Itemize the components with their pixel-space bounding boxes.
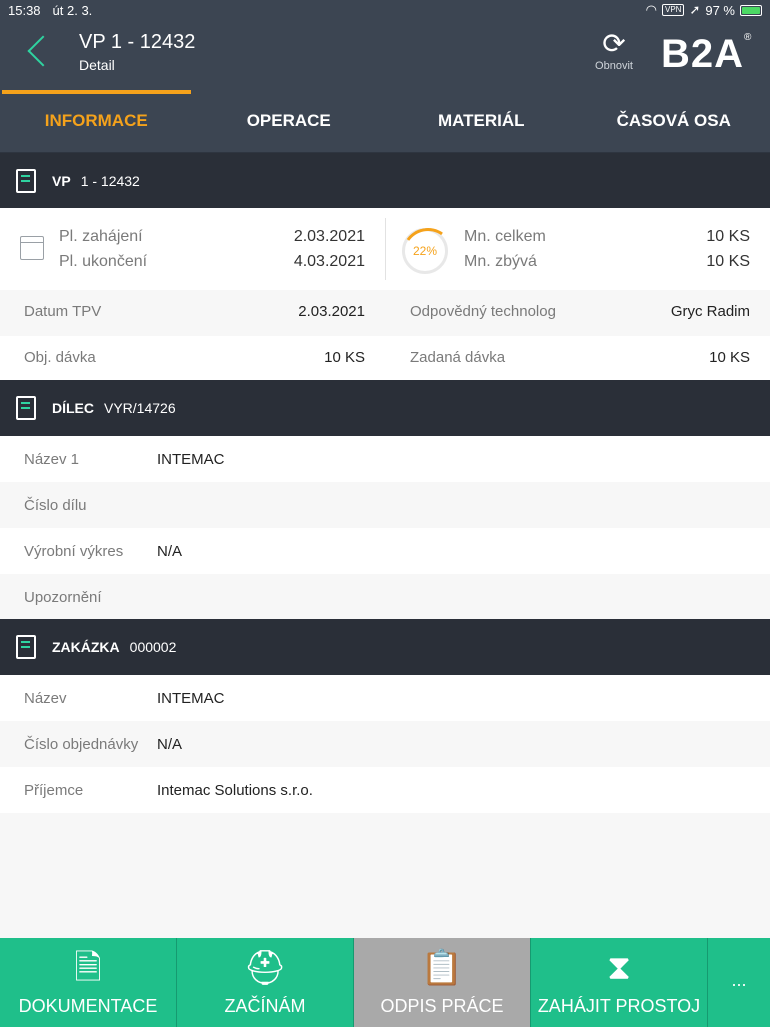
row-label: Upozornění [24,589,102,606]
zad-label: Zadaná dávka [410,349,506,366]
row-label: Číslo dílu [24,497,87,514]
wifi-icon: ◠ [645,2,657,17]
document-icon [16,396,36,420]
progress-ring: 22% [402,228,448,274]
back-button[interactable] [22,32,58,72]
page-subtitle: Detail [79,57,115,73]
remain-label: Mn. zbývá [464,253,537,270]
section-dilec-header: DÍLEC VYR/14726 [0,380,770,436]
section-value: VYR/14726 [104,400,176,416]
row-value: INTEMAC [157,690,225,707]
remain-value: 10 KS [706,253,750,270]
tpv-value: 2.03.2021 [298,303,365,320]
tech-value: Gryc Radim [670,303,750,320]
status-bar: 15:38 út 2. 3. ◠ VPN ➚ 97 % [0,0,770,20]
start-label: Pl. zahájení [59,228,143,245]
row-value: INTEMAC [157,451,225,468]
row-value: N/A [157,543,183,560]
plan-dates-block [0,208,770,290]
section-value: 1 - 12432 [80,173,140,189]
table-row: Výrobní výkres N/A [0,528,770,574]
clipboard-check-icon: 📋 [420,949,464,987]
row-tpv: Datum TPV 2.03.2021 Odpovědný technolog … [0,290,770,336]
button-label: ZAHÁJIT PROSTOJ [537,996,701,1016]
table-row: Název 1 INTEMAC [0,436,770,482]
document-icon [16,635,36,659]
button-label: DOKUMENTACE [18,996,158,1016]
tab-informace[interactable]: INFORMACE [0,90,193,152]
tab-casova-osa[interactable]: ČASOVÁ OSA [578,90,770,152]
refresh-button[interactable]: ⟳ Obnovit [586,28,642,88]
row-label: Název [24,690,67,707]
tpv-label: Datum TPV [24,303,102,320]
row-value: N/A [157,736,183,753]
bottom-action-bar: 🗎 DOKUMENTACE ⛑ ZAČÍNÁM 📋 ODPIS PRÁCE ⧗ … [0,938,770,1027]
battery-percent: 97 % [705,2,735,18]
row-davka: Obj. dávka 10 KS Zadaná dávka 10 KS [0,336,770,380]
section-value: 000002 [129,639,177,655]
tech-label: Odpovědný technolog [410,303,556,320]
section-key: DÍLEC [52,400,94,416]
obj-value: 10 KS [324,349,365,366]
button-label: ZAČÍNÁM [224,996,306,1016]
tab-operace[interactable]: OPERACE [193,90,386,152]
page-title: VP 1 - 12432 [79,31,196,53]
section-key: ZAKÁZKA [52,639,120,655]
zahajit-prostoj-button[interactable]: ⧗ ZAHÁJIT PROSTOJ [531,938,708,1027]
hourglass-icon: ⧗ [607,949,631,987]
row-value: Intemac Solutions s.r.o. [157,782,313,799]
location-icon: ➚ [689,2,701,17]
status-time: 15:38 [8,2,41,18]
row-label: Název 1 [24,451,80,468]
odpis-prace-button[interactable]: 📋 ODPIS PRÁCE [354,938,531,1027]
status-date: út 2. 3. [52,2,93,18]
app-header: VP 1 - 12432 Detail ⟳ Obnovit B2A® [0,20,770,90]
battery-icon [740,4,762,16]
hard-hat-icon: ⛑ [243,949,287,987]
tab-material[interactable]: MATERIÁL [385,90,578,152]
end-label: Pl. ukončení [59,253,148,270]
section-vp-header: VP 1 - 12432 [0,153,770,209]
table-row: Číslo dílu [0,482,770,528]
zacinam-button[interactable]: ⛑ ZAČÍNÁM [177,938,354,1027]
registered-mark: ® [744,32,753,43]
table-row: Upozornění [0,574,770,619]
section-key: VP [52,173,71,189]
row-label: Příjemce [24,782,84,799]
logo-text: B2A [661,32,745,76]
end-value: 4.03.2021 [293,253,365,270]
b2a-logo: B2A® [661,32,752,77]
zad-value: 10 KS [709,349,750,366]
start-value: 2.03.2021 [293,228,365,245]
more-icon: ... [731,970,747,990]
row-label: Číslo objednávky [24,736,139,753]
button-label: ODPIS PRÁCE [380,996,504,1016]
refresh-label: Obnovit [595,60,633,72]
total-label: Mn. celkem [464,228,546,245]
progress-value: 22% [412,244,438,258]
refresh-icon: ⟳ [602,28,626,59]
obj-label: Obj. dávka [24,349,96,366]
table-row: Číslo objednávky N/A [0,721,770,767]
table-row: Příjemce Intemac Solutions s.r.o. [0,767,770,813]
row-label: Výrobní výkres [24,543,124,560]
document-gear-icon: 🗎 [74,949,102,987]
vpn-badge: VPN [662,4,685,16]
tab-bar: INFORMACE OPERACE MATERIÁL ČASOVÁ OSA [0,90,770,153]
calendar-icon [20,236,44,260]
dokumentace-button[interactable]: 🗎 DOKUMENTACE [0,938,177,1027]
divider [385,218,386,280]
table-row: Název INTEMAC [0,675,770,721]
total-value: 10 KS [706,228,750,245]
section-zakazka-header: ZAKÁZKA 000002 [0,619,770,675]
more-button[interactable]: ... [708,938,770,1027]
document-icon [16,169,36,193]
